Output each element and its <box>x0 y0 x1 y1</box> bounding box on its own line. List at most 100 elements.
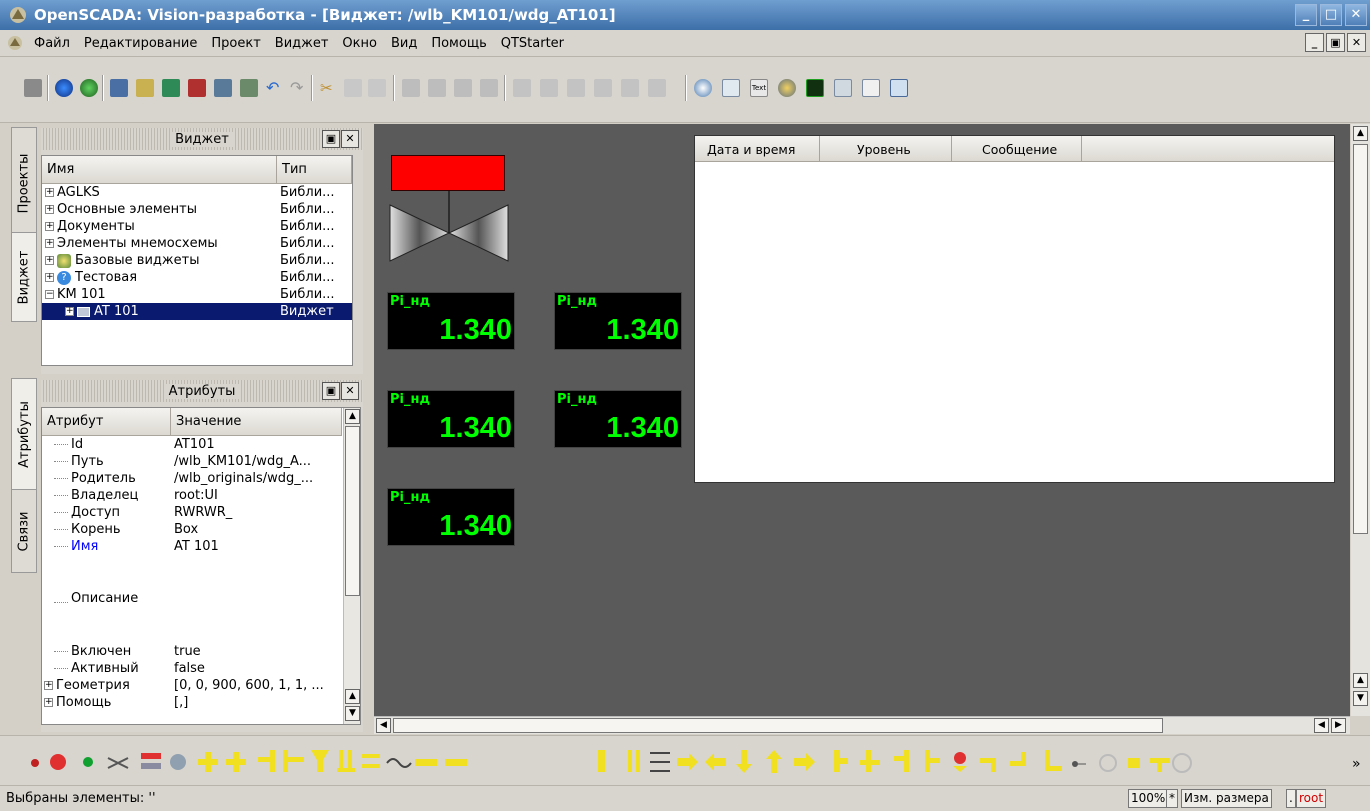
maximize-button[interactable]: □ <box>1320 4 1342 26</box>
delete-widget-icon[interactable] <box>188 79 206 97</box>
arrow-up-icon[interactable] <box>766 750 782 773</box>
minimize-button[interactable]: _ <box>1295 4 1317 26</box>
tee-right-icon[interactable] <box>283 750 304 772</box>
scroll-thumb[interactable] <box>393 718 1163 733</box>
function-icon[interactable] <box>890 79 908 97</box>
menu-project[interactable]: Проект <box>204 36 267 51</box>
column-header-level[interactable]: Уровень <box>820 136 952 161</box>
modified-indicator[interactable]: * <box>1166 789 1178 808</box>
corner2-icon[interactable] <box>860 750 880 772</box>
attributes-table[interactable]: Атрибут Значение Id AT101 Путь/wlb_KM101/… <box>41 407 361 725</box>
reducer-icon[interactable] <box>362 754 380 768</box>
design-canvas[interactable]: Pi_нд 1.340 Pi_нд 1.340 Pi_нд 1.340 Pi_нд 1.… <box>374 124 1350 716</box>
elfigure-icon[interactable] <box>694 79 712 97</box>
point-icon[interactable] <box>83 757 93 767</box>
tree-row[interactable]: +? Тестовая Библи... <box>42 269 352 286</box>
value-display-5[interactable]: Pi_нд 1.340 <box>387 488 515 546</box>
column-header-message[interactable]: Сообщение <box>952 136 1082 161</box>
lower-icon[interactable] <box>480 79 498 97</box>
square-icon[interactable] <box>1128 758 1140 768</box>
menu-view[interactable]: Вид <box>384 36 424 51</box>
paste-icon[interactable] <box>368 79 386 97</box>
vpipe2-icon[interactable] <box>628 750 640 772</box>
properties-icon[interactable] <box>214 79 232 97</box>
column-header-value[interactable]: Значение <box>171 408 342 435</box>
attr-row-id[interactable]: Id AT101 <box>42 436 360 453</box>
protocol-widget[interactable]: Дата и время Уровень Сообщение <box>694 135 1335 483</box>
attr-row-access[interactable]: Доступ RWRWR_ <box>42 504 360 521</box>
list-icon[interactable] <box>650 752 670 772</box>
attr-row-path[interactable]: Путь/wlb_KM101/wdg_A... <box>42 453 360 470</box>
align-bottom-icon[interactable] <box>648 79 666 97</box>
edit-icon[interactable] <box>240 79 258 97</box>
elbow3-icon[interactable] <box>1045 750 1062 771</box>
more-icon[interactable]: » <box>1352 756 1361 772</box>
line-fill-icon[interactable] <box>141 753 161 769</box>
elbow1-icon[interactable] <box>980 758 996 772</box>
formel-icon[interactable] <box>722 79 740 97</box>
scroll-down-arrow[interactable]: ▼ <box>345 706 360 721</box>
menu-edit[interactable]: Редактирование <box>77 36 204 51</box>
align-right-icon[interactable] <box>567 79 585 97</box>
cross-icon[interactable] <box>170 754 186 770</box>
disabled-circle-icon[interactable] <box>1099 754 1117 772</box>
hpipe-icon[interactable] <box>415 759 437 766</box>
menu-window[interactable]: Окно <box>335 36 384 51</box>
funnel-icon[interactable] <box>311 750 329 772</box>
redo-icon[interactable]: ↷ <box>290 79 308 97</box>
alarm-icon[interactable] <box>953 752 967 772</box>
tab-projects[interactable]: Проекты <box>11 127 37 239</box>
level-down-icon[interactable] <box>428 79 446 97</box>
scroll-up-arrow[interactable]: ▲ <box>1353 673 1368 688</box>
menu-widget[interactable]: Виджет <box>268 36 336 51</box>
column-header-datetime[interactable]: Дата и время <box>695 136 820 161</box>
undo-icon[interactable]: ↶ <box>266 79 284 97</box>
dock-float-button[interactable]: ▣ <box>322 130 340 148</box>
mode-indicator[interactable]: Изм. размера <box>1181 789 1272 808</box>
mdi-minimize-button[interactable]: _ <box>1305 33 1324 52</box>
value-display-4[interactable]: Pi_нд 1.340 <box>554 390 682 448</box>
user-indicator[interactable]: root <box>1296 789 1327 808</box>
align-vcenter-icon[interactable] <box>540 79 558 97</box>
tree-row[interactable]: + AGLKS Библи... <box>42 184 352 201</box>
attributes-scrollbar[interactable]: ▲ ▲ ▼ <box>343 408 360 724</box>
new-library-icon[interactable] <box>110 79 128 97</box>
tab-links[interactable]: Связи <box>11 489 37 573</box>
protocol-icon[interactable] <box>834 79 852 97</box>
plus-icon[interactable] <box>198 752 218 772</box>
pipes-icon[interactable] <box>337 750 355 772</box>
cross-pipe-icon[interactable] <box>226 752 246 772</box>
close-button[interactable]: ✕ <box>1345 4 1367 26</box>
scroll-down-arrow[interactable]: ▼ <box>1353 691 1368 706</box>
align-left-icon[interactable] <box>513 79 531 97</box>
tree-row-selected[interactable]: + AT 101 Виджет <box>42 303 352 320</box>
tree-row[interactable]: + Основные элементы Библи... <box>42 201 352 218</box>
copy-icon[interactable] <box>344 79 362 97</box>
value-display-2[interactable]: Pi_нд 1.340 <box>554 292 682 350</box>
wave-icon[interactable] <box>386 758 412 768</box>
vpipe-icon[interactable] <box>598 750 605 772</box>
scroll-up-arrow[interactable]: ▲ <box>345 409 360 424</box>
level-up-icon[interactable] <box>402 79 420 97</box>
db-icon[interactable] <box>24 79 42 97</box>
arrow-right2-icon[interactable] <box>794 753 815 771</box>
scroll-right-arrow[interactable]: ▶ <box>1331 718 1346 733</box>
dot-line-icon[interactable] <box>1072 761 1086 767</box>
dock-close-button[interactable]: ✕ <box>341 130 359 148</box>
attr-row-owner[interactable]: Владелец root:UI <box>42 487 360 504</box>
scroll-thumb[interactable] <box>345 426 360 596</box>
attr-row-description[interactable]: Описание <box>42 555 360 643</box>
dock-float-button[interactable]: ▣ <box>322 382 340 400</box>
menu-qtstarter[interactable]: QTStarter <box>494 36 571 51</box>
align-top-icon[interactable] <box>594 79 612 97</box>
corner1-icon[interactable] <box>834 750 848 772</box>
merge-icon[interactable] <box>107 757 129 769</box>
scroll-up-arrow[interactable]: ▲ <box>345 689 360 704</box>
text-widget-icon[interactable]: Text <box>750 79 768 97</box>
tree-row[interactable]: + Базовые виджеты Библи... <box>42 252 352 269</box>
zoom-indicator[interactable]: 100% <box>1128 789 1169 808</box>
attr-row-geometry[interactable]: + Геометрия [0, 0, 900, 600, 1, 1, ... <box>42 677 360 694</box>
elbow2-icon[interactable] <box>1010 752 1026 766</box>
corner4-icon[interactable] <box>925 750 940 772</box>
attr-row-help[interactable]: + Помощь [,] <box>42 694 360 711</box>
